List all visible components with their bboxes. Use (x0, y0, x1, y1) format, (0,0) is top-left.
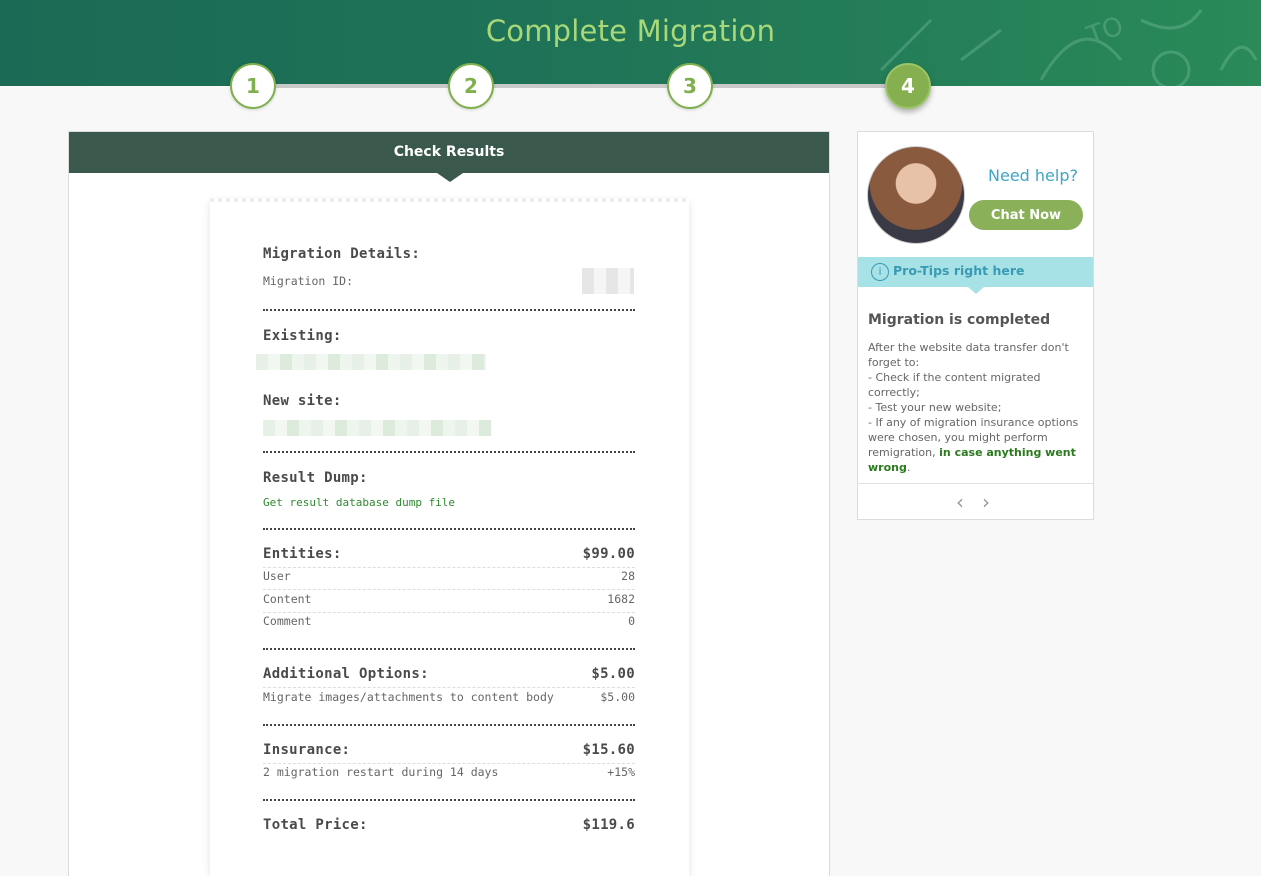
tips-navigation: ‹ › (858, 483, 1093, 520)
tip-line: - Check if the content migrated correctl… (868, 371, 1041, 399)
entity-row-comment: Comment 0 (263, 614, 635, 628)
existing-url-redacted (256, 354, 486, 370)
insurance-item: 2 migration restart during 14 days +15% (263, 765, 635, 779)
insurance-label: Insurance: (263, 742, 351, 758)
insurance-total: $15.60 (582, 742, 635, 758)
help-sidebar: Need help? Chat Now i Pro-Tips right her… (857, 131, 1094, 520)
tip-body: After the website data transfer don't fo… (868, 340, 1088, 475)
insurance-name: 2 migration restart during 14 days (263, 765, 499, 779)
divider (263, 451, 635, 453)
divider (263, 528, 635, 530)
additional-options-label: Additional Options: (263, 666, 429, 682)
entity-name: User (263, 569, 291, 583)
result-dump-heading: Result Dump: (263, 470, 368, 486)
existing-heading: Existing: (263, 328, 342, 344)
entity-value: 0 (628, 614, 635, 628)
step-1[interactable]: 1 (230, 63, 276, 109)
fine-divider (263, 589, 635, 590)
step-2[interactable]: 2 (448, 63, 494, 109)
need-help-text: Need help? (988, 166, 1078, 185)
tip-title: Migration is completed (868, 312, 1051, 328)
check-results-panel: Check Results Migration Details: Migrati… (68, 131, 830, 876)
divider (263, 724, 635, 726)
total-price-row: Total Price: $119.6 (263, 817, 635, 833)
total-price-value: $119.6 (582, 817, 635, 833)
divider (263, 799, 635, 801)
panel-title: Check Results (69, 132, 829, 182)
migration-details-heading: Migration Details: (263, 246, 421, 262)
page-title: Complete Migration (485, 14, 776, 48)
entity-value: 1682 (607, 592, 635, 606)
tip-line: After the website data transfer don't fo… (868, 341, 1069, 369)
page-header: TO Complete Migration (0, 0, 1261, 86)
migration-id-redacted (582, 268, 634, 294)
option-name: Migrate images/attachments to content bo… (263, 690, 554, 704)
entities-label: Entities: (263, 546, 342, 562)
migration-id-label: Migration ID: (263, 274, 354, 288)
pro-tips-label: Pro-Tips right here (893, 263, 1025, 278)
option-value: $5.00 (600, 690, 635, 704)
fine-divider (263, 567, 635, 568)
chevron-right-icon[interactable]: › (982, 490, 990, 514)
entities-total: $99.00 (582, 546, 635, 562)
entity-row-user: User 28 (263, 569, 635, 583)
entity-row-content: Content 1682 (263, 592, 635, 606)
tip-line: - Test your new website; (868, 401, 1002, 414)
fine-divider (263, 763, 635, 764)
new-site-url-redacted (263, 420, 491, 436)
chevron-left-icon[interactable]: ‹ (956, 490, 964, 514)
additional-options-total: $5.00 (591, 666, 635, 682)
step-4-active[interactable]: 4 (885, 63, 931, 109)
insurance-row: Insurance: $15.60 (263, 742, 635, 758)
new-site-heading: New site: (263, 393, 342, 409)
stepper-track (252, 84, 908, 88)
tip-line-last: - If any of migration insurance options … (868, 415, 1088, 475)
total-price-label: Total Price: (263, 817, 368, 833)
fine-divider (263, 687, 635, 688)
result-dump-link[interactable]: Get result database dump file (263, 496, 635, 509)
divider (263, 648, 635, 650)
insurance-value: +15% (607, 765, 635, 779)
chat-now-button[interactable]: Chat Now (969, 200, 1083, 230)
support-avatar (867, 146, 965, 244)
divider (263, 309, 635, 311)
info-icon: i (871, 263, 889, 281)
additional-options-row: Additional Options: $5.00 (263, 666, 635, 682)
entity-name: Comment (263, 614, 312, 628)
receipt: Migration Details: Migration ID: Existin… (210, 198, 689, 876)
fine-divider (263, 612, 635, 613)
tip-end: . (906, 461, 911, 474)
entity-name: Content (263, 592, 312, 606)
pro-tips-bar: i Pro-Tips right here (858, 257, 1093, 294)
entity-value: 28 (621, 569, 635, 583)
step-3[interactable]: 3 (667, 63, 713, 109)
additional-option-item: Migrate images/attachments to content bo… (263, 690, 635, 704)
entities-row: Entities: $99.00 (263, 546, 635, 562)
